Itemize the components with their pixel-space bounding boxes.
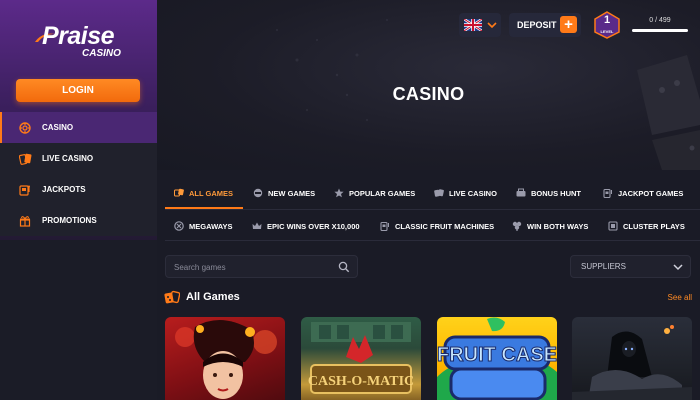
game-thumbnail [175, 319, 277, 399]
star-icon [334, 188, 344, 198]
suppliers-label: SUPPLIERS [581, 262, 626, 271]
tab-epic-wins[interactable]: EPIC WINS OVER X10,000 [252, 221, 360, 231]
tab-label: CLASSIC FRUIT MACHINES [395, 221, 495, 231]
gift-icon [18, 214, 32, 228]
search-input[interactable] [174, 260, 334, 274]
sidebar-item-promotions[interactable]: PROMOTIONS [0, 205, 157, 236]
chevron-down-icon [487, 22, 497, 29]
level-number: 1 [603, 14, 611, 26]
fruit-machine-icon [380, 221, 390, 231]
sidebar-item-casino[interactable]: CASINO [0, 112, 157, 143]
tab-label: NEW GAMES [268, 188, 316, 198]
tab-label: WIN BOTH WAYS [527, 221, 589, 231]
game-card[interactable]: CASH-O-MATIC [301, 317, 421, 400]
game-card[interactable]: FRUIT CASE [437, 317, 557, 400]
tab-all-games[interactable]: ALL GAMES [174, 188, 233, 198]
plus-icon: + [560, 16, 577, 33]
both-ways-icon [512, 221, 522, 231]
live-casino-icon [434, 188, 444, 198]
xp-progress-text: 0 / 499 [649, 17, 671, 24]
page-title: CASINO [392, 84, 465, 104]
all-games-icon [164, 290, 180, 304]
jackpot-icon [603, 188, 613, 198]
cards-icon [18, 152, 32, 166]
tab-megaways[interactable]: MEGAWAYS [174, 221, 232, 231]
tab-label: POPULAR GAMES [349, 188, 416, 198]
search-box [165, 255, 358, 278]
sidebar-item-jackpots[interactable]: JACKPOTS [0, 174, 157, 205]
level-label: LEVEL [600, 29, 614, 34]
game-logo-text: FRUIT CASE [437, 344, 557, 366]
game-thumbnail: CASH-O-MATIC [308, 322, 414, 394]
tab-label: LIVE CASINO [449, 188, 497, 198]
game-card[interactable] [572, 317, 692, 400]
tab-new-games[interactable]: NEW GAMES [253, 188, 315, 198]
section-title: All Games [186, 291, 240, 303]
sidebar-item-live-casino[interactable]: LIVE CASINO [0, 143, 157, 174]
tab-label: CLUSTER PLAYS [623, 221, 685, 231]
tab-cluster-plays[interactable]: CLUSTER PLAYS [608, 221, 685, 231]
tab-label: JACKPOT GAMES [618, 188, 684, 198]
language-selector[interactable] [459, 13, 501, 37]
tab-label: EPIC WINS OVER X10,000 [267, 221, 360, 231]
suppliers-dropdown[interactable]: SUPPLIERS [570, 255, 691, 278]
search-icon[interactable] [338, 261, 350, 273]
sidebar-item-label: LIVE CASINO [42, 154, 94, 163]
sidebar: Praise CASINO LOGIN CASINO LIVE CASINO J… [0, 0, 157, 400]
cluster-icon [608, 221, 618, 231]
all-games-icon [174, 188, 184, 198]
megaways-icon [174, 221, 184, 231]
game-logo-text: CASH-O-MATIC [308, 374, 414, 389]
tab-win-both-ways[interactable]: WIN BOTH WAYS [512, 221, 588, 231]
tabs-divider [165, 240, 700, 241]
logo[interactable]: Praise CASINO [34, 22, 126, 66]
tab-jackpot-games[interactable]: JACKPOT GAMES [603, 188, 683, 198]
uk-flag-icon [464, 19, 482, 31]
sidebar-item-label: CASINO [42, 123, 74, 132]
tab-classic-fruit-machines[interactable]: CLASSIC FRUIT MACHINES [380, 221, 494, 231]
deposit-button[interactable]: DEPOSIT + [509, 13, 581, 37]
tab-label: ALL GAMES [189, 188, 234, 198]
tab-label: BONUS HUNT [531, 188, 581, 198]
logo-text: Praise [42, 22, 115, 50]
tab-live-casino[interactable]: LIVE CASINO [434, 188, 497, 198]
see-all-link[interactable]: See all [640, 293, 692, 302]
new-games-icon [253, 188, 263, 198]
tabs-divider [165, 209, 700, 210]
crown-icon [252, 221, 262, 231]
game-card[interactable] [165, 317, 285, 400]
deposit-label: DEPOSIT [517, 20, 557, 30]
login-button[interactable]: LOGIN [16, 79, 140, 102]
xp-progress-bar [632, 29, 688, 32]
sidebar-item-label: JACKPOTS [42, 185, 86, 194]
casino-chip-icon [18, 121, 32, 135]
sidebar-nav: CASINO LIVE CASINO JACKPOTS PROMOTIONS [0, 112, 157, 236]
tab-label: MEGAWAYS [189, 221, 233, 231]
tab-bonus-hunt[interactable]: BONUS HUNT [516, 188, 581, 198]
chevron-down-icon [673, 264, 683, 271]
bonus-hunt-icon [516, 188, 526, 198]
game-thumbnail: FRUIT CASE [437, 317, 557, 400]
sidebar-item-label: PROMOTIONS [42, 216, 97, 225]
tab-popular-games[interactable]: POPULAR GAMES [334, 188, 415, 198]
logo-subtext: CASINO [82, 48, 121, 59]
slot-machine-icon [18, 183, 32, 197]
sidebar-nav-rest: LIVE CASINO JACKPOTS PROMOTIONS [0, 143, 157, 236]
game-thumbnail [572, 325, 692, 400]
level-badge[interactable]: 1 LEVEL [593, 11, 621, 39]
